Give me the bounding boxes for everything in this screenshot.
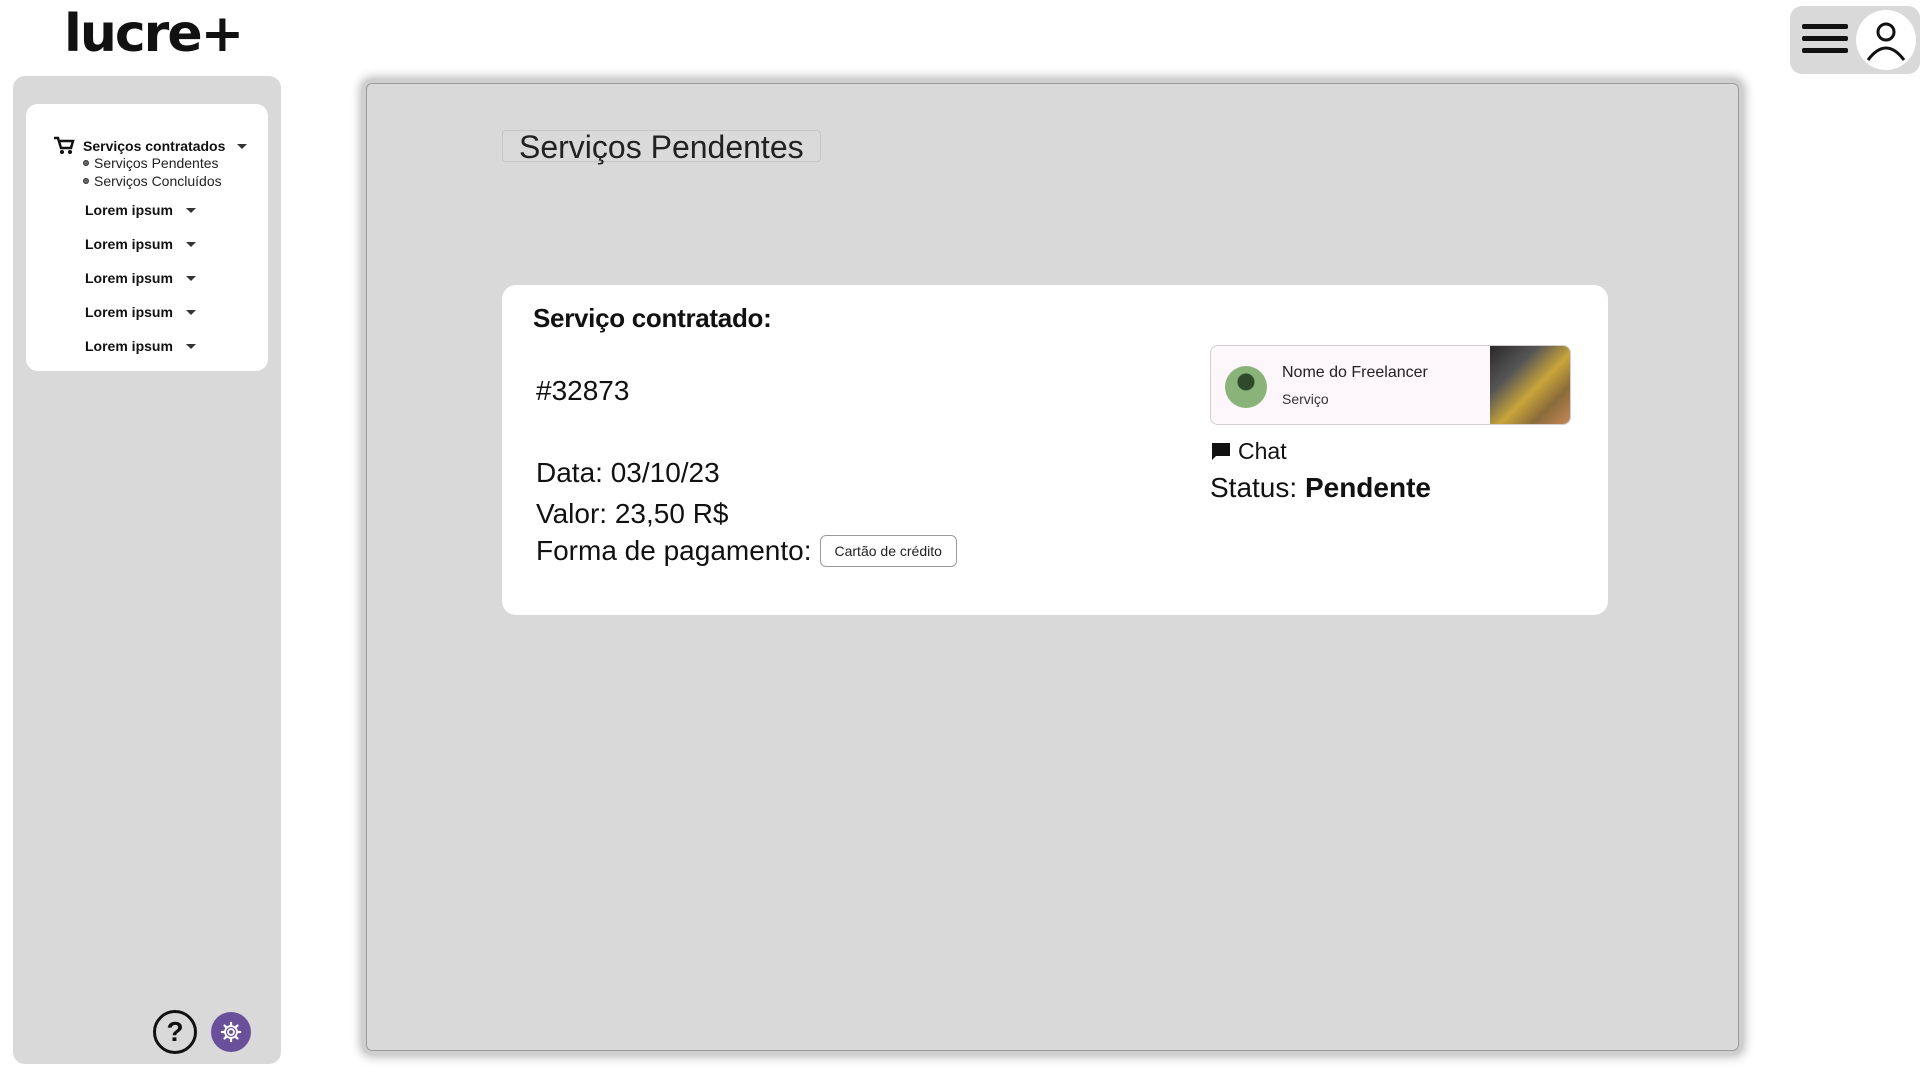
chat-label: Chat	[1238, 438, 1287, 464]
freelancer-service-photo	[1490, 346, 1570, 424]
freelancer-card[interactable]: Nome do Freelancer Serviço	[1210, 345, 1571, 425]
payment-method-chip: Cartão de crédito	[819, 535, 957, 567]
sidebar-main-label: Serviços contratados	[83, 138, 226, 154]
sidebar-item-lorem-4[interactable]: Lorem ipsum	[85, 304, 196, 320]
freelancer-name: Nome do Freelancer	[1282, 364, 1428, 381]
status-value: Pendente	[1304, 472, 1431, 503]
sidebar-submenu: Serviços Pendentes Serviços Concluídos	[83, 154, 222, 190]
chat-link[interactable]: Chat	[1210, 438, 1287, 465]
chevron-down-icon[interactable]	[185, 275, 196, 281]
sidebar-item-label: Lorem ipsum	[85, 236, 173, 252]
sidebar-item-lorem-3[interactable]: Lorem ipsum	[85, 270, 196, 286]
card-title: Serviço contratado:	[533, 303, 772, 333]
order-id: #32873	[536, 375, 630, 406]
chat-bubble-icon	[1212, 442, 1230, 460]
question-icon: ?	[166, 1016, 184, 1047]
cart-icon	[54, 136, 75, 154]
sidebar-item-servicos-contratados[interactable]: Serviços contratados	[53, 136, 248, 156]
sidebar-item-label: Lorem ipsum	[85, 304, 173, 320]
help-button[interactable]: ?	[153, 1010, 197, 1054]
payment-method-row: Forma de pagamento: Cartão de crédito	[536, 535, 957, 567]
user-menu-area	[1790, 6, 1920, 74]
sidebar-item-label: Lorem ipsum	[85, 270, 173, 286]
status-label: Status:	[1210, 472, 1298, 503]
hamburger-menu-icon[interactable]	[1802, 24, 1848, 58]
order-value: Valor: 23,50 R$	[536, 498, 729, 529]
submenu-item-concluidos[interactable]: Serviços Concluídos	[83, 172, 222, 190]
status-line: Status: Pendente	[1210, 472, 1431, 504]
freelancer-avatar	[1225, 366, 1267, 408]
order-date: Data: 03/10/23	[536, 457, 720, 488]
chevron-down-icon[interactable]	[185, 309, 196, 315]
chevron-down-icon[interactable]	[185, 343, 196, 349]
settings-button[interactable]	[211, 1012, 251, 1052]
sidebar-item-lorem-1[interactable]: Lorem ipsum	[85, 202, 196, 218]
chevron-down-icon[interactable]	[185, 207, 196, 213]
sidebar-item-label: Lorem ipsum	[85, 338, 173, 354]
sidebar-menu-card: Serviços contratados Serviços Pendentes …	[26, 104, 268, 371]
gear-icon	[220, 1021, 242, 1043]
page-title: Serviços Pendentes	[502, 130, 821, 163]
user-avatar-icon[interactable]	[1856, 10, 1916, 70]
app-logo: lucre+	[64, 4, 244, 64]
chevron-down-icon[interactable]	[237, 143, 248, 149]
sidebar-item-lorem-2[interactable]: Lorem ipsum	[85, 236, 196, 252]
freelancer-service: Serviço	[1282, 391, 1329, 407]
payment-label: Forma de pagamento:	[536, 535, 812, 566]
submenu-item-pendentes[interactable]: Serviços Pendentes	[83, 154, 222, 172]
service-card: Serviço contratado: #32873 Data: 03/10/2…	[502, 285, 1608, 615]
chevron-down-icon[interactable]	[185, 241, 196, 247]
main-panel: Serviços Pendentes Serviço contratado: #…	[366, 83, 1739, 1051]
sidebar-item-label: Lorem ipsum	[85, 202, 173, 218]
sidebar: Serviços contratados Serviços Pendentes …	[13, 76, 281, 1064]
sidebar-item-lorem-5[interactable]: Lorem ipsum	[85, 338, 196, 354]
